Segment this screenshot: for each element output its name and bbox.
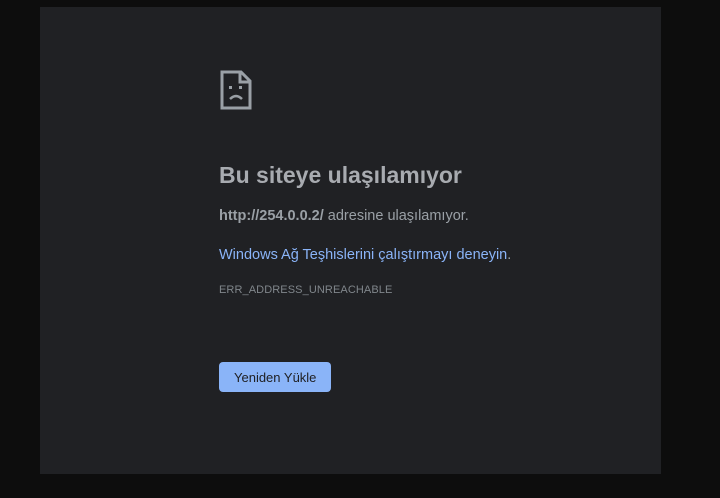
- error-url-suffix: adresine ulaşılamıyor.: [323, 208, 469, 224]
- error-suggestion: Windows Ağ Teşhislerini çalıştırmayı den…: [219, 246, 639, 264]
- suggestion-suffix: .: [507, 247, 512, 263]
- error-content: Bu siteye ulaşılamıyor http://254.0.0.2/…: [219, 69, 639, 392]
- browser-content-area: Bu siteye ulaşılamıyor http://254.0.0.2/…: [40, 7, 661, 474]
- sad-page-icon: [220, 70, 252, 110]
- error-url: http://254.0.0.2/: [219, 208, 324, 224]
- error-title: Bu siteye ulaşılamıyor: [219, 162, 462, 188]
- error-code: ERR_ADDRESS_UNREACHABLE: [219, 284, 393, 296]
- network-diagnostics-link[interactable]: Windows Ağ Teşhislerini çalıştırmayı den…: [219, 247, 507, 263]
- reload-button[interactable]: Yeniden Yükle: [219, 362, 332, 392]
- error-description: http://254.0.0.2/ adresine ulaşılamıyor.: [219, 207, 639, 225]
